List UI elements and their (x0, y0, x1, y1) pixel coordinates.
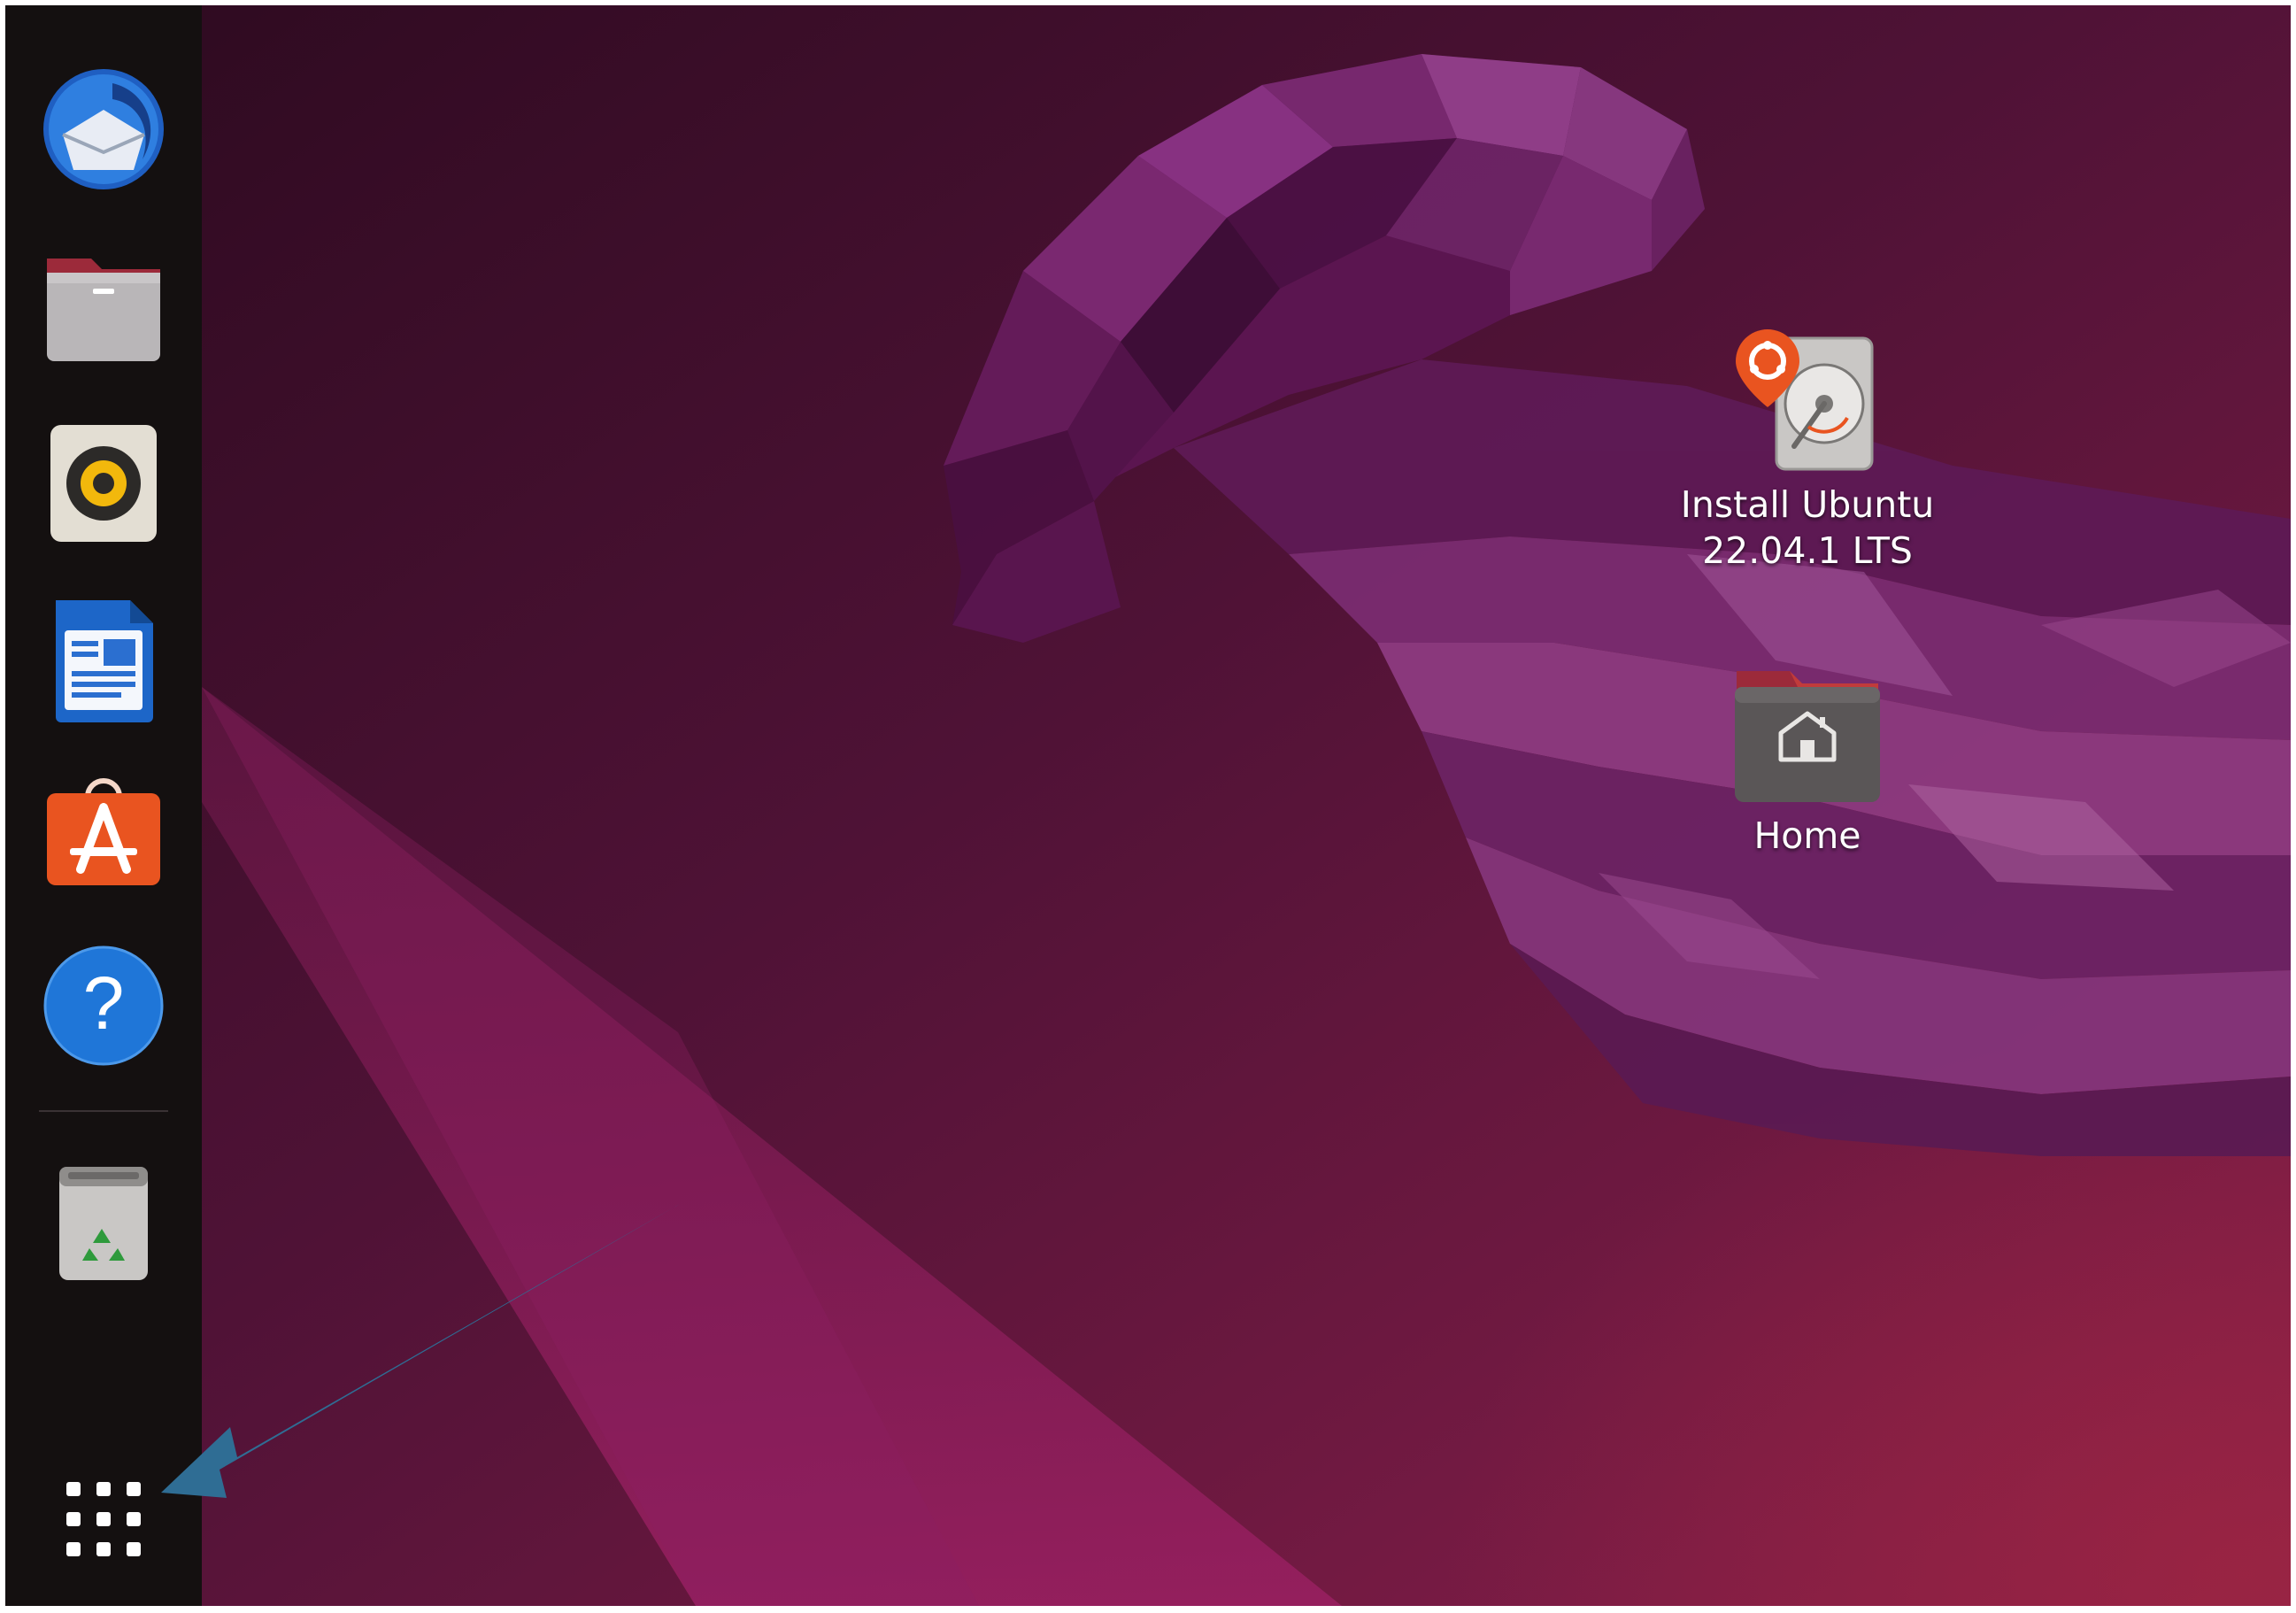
install-ubuntu-desktop-icon[interactable]: Install Ubuntu 22.04.1 LTS (1648, 322, 1967, 574)
dock: ? (5, 5, 202, 1606)
install-ubuntu-icon (1736, 329, 1874, 471)
home-desktop-icon[interactable]: Home (1648, 662, 1967, 859)
rhythmbox-launcher[interactable] (38, 418, 169, 549)
thunderbird-launcher[interactable] (38, 64, 169, 195)
ubuntu-software-launcher[interactable] (38, 763, 169, 894)
trash-icon (59, 1167, 148, 1280)
ubuntu-software-icon (47, 778, 160, 885)
dock-separator (39, 1110, 168, 1112)
trash-launcher[interactable] (38, 1158, 169, 1289)
thunderbird-icon (43, 69, 164, 189)
install-ubuntu-label-line1: Install Ubuntu (1680, 483, 1935, 526)
show-apps-button[interactable] (38, 1452, 169, 1583)
help-icon: ? (43, 945, 164, 1066)
help-launcher[interactable]: ? (38, 940, 169, 1071)
files-launcher[interactable] (38, 241, 169, 372)
libreoffice-writer-icon (56, 600, 153, 722)
files-icon (47, 259, 160, 361)
desktop-screen: ? Install Ubuntu 22.04.1 LTS Home (5, 5, 2291, 1606)
home-label: Home (1753, 814, 1861, 857)
home-folder-icon (1735, 671, 1880, 802)
libreoffice-writer-launcher[interactable] (38, 595, 169, 726)
grid-icon (66, 1482, 141, 1556)
rhythmbox-icon (50, 425, 157, 542)
svg-text:?: ? (83, 961, 125, 1045)
install-ubuntu-label-line2: 22.04.1 LTS (1702, 529, 1913, 572)
